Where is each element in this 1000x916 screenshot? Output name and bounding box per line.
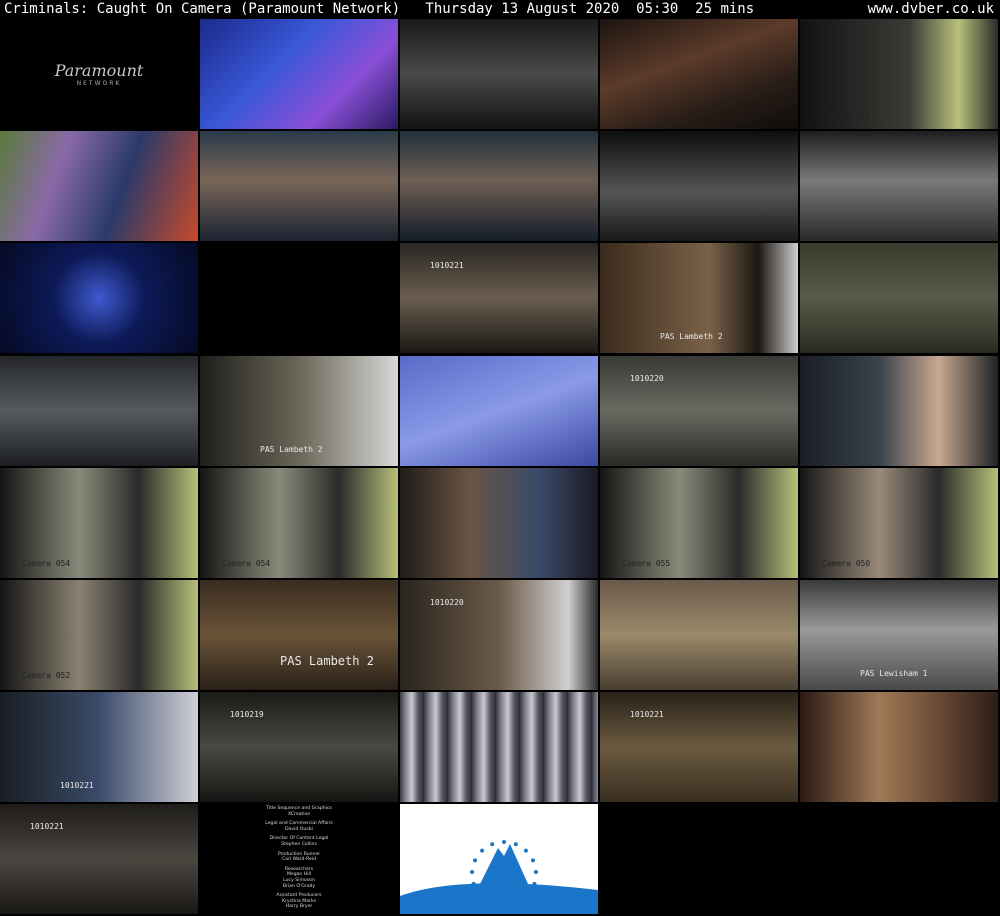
thumbnail-14[interactable]: PAS Lambeth 2	[600, 243, 798, 353]
thumbnail-34[interactable]: 1010221	[600, 692, 798, 802]
thumbnail-2[interactable]	[200, 19, 398, 129]
thumbnail-grid: Paramount NETWORK Camera 011 1010221 PAS Lam…	[0, 19, 1000, 916]
thumbnail-21[interactable]: Camera 054	[0, 468, 198, 578]
paramount-mountain-icon	[400, 840, 598, 914]
thumbnail-35[interactable]	[800, 692, 998, 802]
cctv-caption: PAS Lambeth 2	[260, 445, 323, 454]
paramount-network-logo: Paramount NETWORK	[54, 61, 144, 87]
cctv-caption: 1010220	[630, 374, 664, 383]
end-credits: Title Sequence and Graphics XCreative Lega…	[265, 806, 333, 910]
cctv-caption: 1010221	[60, 781, 94, 790]
site-link[interactable]: www.dvber.co.uk	[868, 0, 994, 19]
thumbnail-27[interactable]: PAS Lambeth 2	[200, 580, 398, 690]
thumbnail-15[interactable]	[800, 243, 998, 353]
thumbnail-22[interactable]: Camera 054	[200, 468, 398, 578]
epg-header: Criminals: Caught On Camera (Paramount N…	[0, 0, 1000, 19]
cctv-caption: PAS Lewisham 1	[860, 669, 928, 678]
thumbnail-32[interactable]: 1010219	[200, 692, 398, 802]
thumbnail-8[interactable]	[400, 131, 598, 241]
cctv-caption: Camera 054	[222, 559, 271, 568]
thumbnail-6[interactable]	[0, 131, 198, 241]
thumbnail-29[interactable]	[600, 580, 798, 690]
cctv-caption: PAS Lambeth 2	[280, 654, 374, 668]
thumbnail-23[interactable]	[400, 468, 598, 578]
thumbnail-33[interactable]	[400, 692, 598, 802]
cctv-caption: 1010221	[430, 261, 464, 270]
cctv-caption: 1010221	[30, 822, 64, 831]
thumbnail-36[interactable]: 1010221	[0, 804, 198, 914]
thumbnail-25[interactable]: Camera 050	[800, 468, 998, 578]
thumbnail-16[interactable]	[0, 356, 198, 466]
thumbnail-10[interactable]	[800, 131, 998, 241]
thumbnail-17[interactable]: PAS Lambeth 2	[200, 356, 398, 466]
thumbnail-18[interactable]	[400, 356, 598, 466]
cctv-caption: 1010221	[630, 710, 664, 719]
cctv-caption: PAS Lambeth 2	[660, 332, 723, 341]
thumbnail-9[interactable]	[600, 131, 798, 241]
thumbnail-30[interactable]: PAS Lewisham 1	[800, 580, 998, 690]
cctv-caption: Camera 055	[622, 559, 671, 568]
thumbnail-13[interactable]: 1010221	[400, 243, 598, 353]
programme-title: Criminals: Caught On Camera (Paramount N…	[4, 1, 755, 17]
cctv-caption: 1010219	[230, 710, 264, 719]
cctv-caption: 1010220	[430, 598, 464, 607]
cctv-caption: Camera 052	[22, 671, 71, 680]
thumbnail-1[interactable]: Paramount NETWORK	[0, 19, 198, 129]
thumbnail-38[interactable]	[400, 804, 598, 914]
cctv-caption: Camera 050	[822, 559, 871, 568]
thumbnail-31[interactable]: 1010221	[0, 692, 198, 802]
thumbnail-4[interactable]	[600, 19, 798, 129]
thumbnail-24[interactable]: Camera 055	[600, 468, 798, 578]
thumbnail-28[interactable]: 1010220	[400, 580, 598, 690]
cctv-caption: Camera 054	[22, 559, 71, 568]
thumbnail-20[interactable]	[800, 356, 998, 466]
cctv-caption: Camera 011	[822, 110, 871, 119]
thumbnail-5[interactable]: Camera 011	[800, 19, 998, 129]
thumbnail-19[interactable]: 1010220	[600, 356, 798, 466]
thumbnail-11[interactable]	[0, 243, 198, 353]
thumbnail-7[interactable]	[200, 131, 398, 241]
thumbnail-3[interactable]	[400, 19, 598, 129]
thumbnail-26[interactable]: Camera 052	[0, 580, 198, 690]
thumbnail-12[interactable]	[200, 243, 398, 353]
thumbnail-37[interactable]: Title Sequence and Graphics XCreative Lega…	[200, 804, 398, 914]
